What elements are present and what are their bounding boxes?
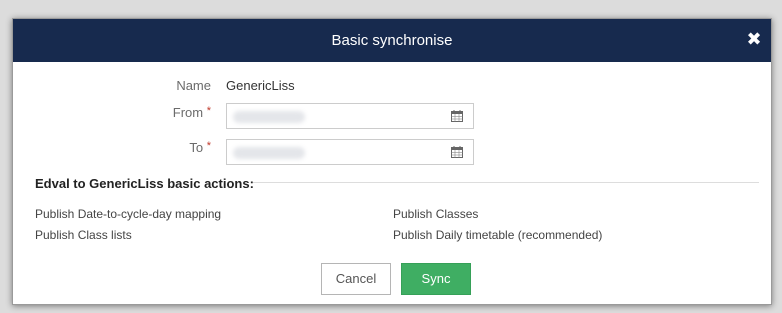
dialog-title: Basic synchronise — [331, 32, 453, 49]
action-item-class-lists: Publish Class lists — [35, 228, 132, 242]
close-icon[interactable]: ✖ — [745, 30, 763, 48]
from-required-marker: * — [206, 105, 211, 117]
calendar-icon[interactable] — [451, 110, 463, 122]
calendar-icon[interactable] — [451, 146, 463, 158]
to-date-value-redacted — [233, 147, 305, 159]
section-divider — [253, 182, 759, 183]
to-label: To * — [131, 140, 211, 155]
name-label: Name — [176, 78, 211, 93]
sync-button[interactable]: Sync — [401, 263, 471, 295]
from-date-value-redacted — [233, 111, 305, 123]
cancel-button[interactable]: Cancel — [321, 263, 391, 295]
action-item-daily-timetable: Publish Daily timetable (recommended) — [393, 228, 603, 242]
basic-synchronise-dialog: Basic synchronise ✖ Name GenericLiss Fro… — [12, 18, 772, 305]
from-label: From * — [131, 105, 211, 120]
name-value: GenericLiss — [226, 78, 295, 93]
actions-heading: Edval to GenericLiss basic actions: — [35, 176, 254, 191]
action-item-classes: Publish Classes — [393, 207, 479, 221]
dialog-header: Basic synchronise ✖ — [13, 19, 771, 62]
screen-background: Basic synchronise ✖ Name GenericLiss Fro… — [0, 0, 782, 313]
to-label-text: To — [189, 140, 204, 155]
from-label-text: From — [172, 105, 204, 120]
to-date-field[interactable] — [226, 139, 474, 165]
to-required-marker: * — [206, 140, 211, 152]
from-date-field[interactable] — [226, 103, 474, 129]
action-item-date-mapping: Publish Date-to-cycle-day mapping — [35, 207, 222, 221]
